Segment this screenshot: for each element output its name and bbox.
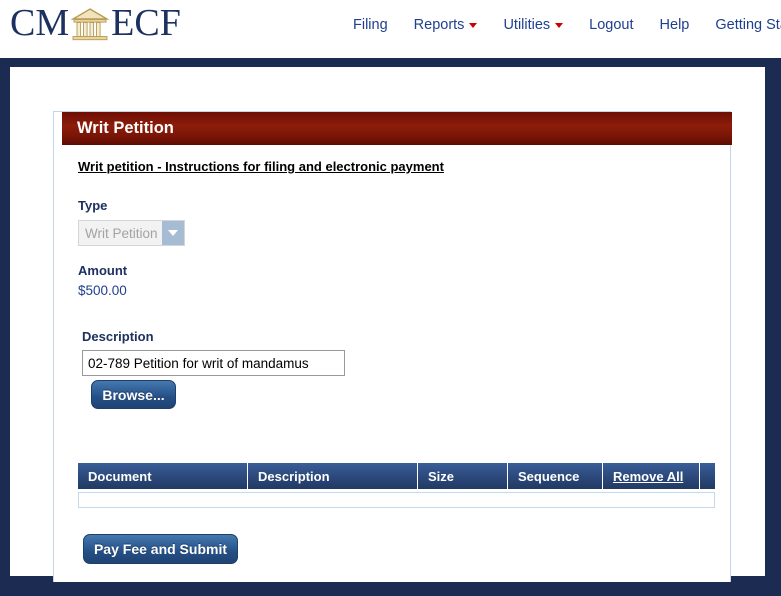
- courthouse-icon: [70, 7, 110, 43]
- table-header-row: Document Description Size Sequence Remov…: [78, 463, 715, 489]
- logo-text-cm: CM: [10, 2, 70, 44]
- page-frame: Writ Petition Writ petition - Instructio…: [0, 58, 781, 596]
- nav-item-reports[interactable]: Reports: [401, 17, 491, 33]
- browse-button[interactable]: Browse...: [91, 380, 176, 409]
- nav-label-filing: Filing: [353, 17, 388, 33]
- column-header-document: Document: [78, 463, 248, 489]
- column-header-size: Size: [418, 463, 508, 489]
- nav-label-logout: Logout: [589, 17, 634, 33]
- nav-item-logout[interactable]: Logout: [576, 17, 646, 33]
- column-header-description: Description: [248, 463, 418, 489]
- column-header-remove-all[interactable]: Remove All: [603, 463, 700, 489]
- type-label: Type: [78, 198, 108, 213]
- table-empty-row: [78, 492, 715, 508]
- amount-value: $500.00: [78, 283, 127, 298]
- files-table: Document Description Size Sequence Remov…: [78, 463, 715, 508]
- nav-item-utilities[interactable]: Utilities: [490, 17, 576, 33]
- pay-fee-and-submit-button[interactable]: Pay Fee and Submit: [83, 534, 238, 564]
- nav-item-help[interactable]: Help: [647, 17, 703, 33]
- column-header-sequence: Sequence: [508, 463, 603, 489]
- page-title: Writ Petition: [77, 119, 174, 137]
- nav-item-getting-started[interactable]: Getting Started: [702, 17, 781, 33]
- chevron-down-icon: [555, 22, 564, 28]
- type-field-group: Type Writ Petition: [78, 198, 185, 246]
- type-select-value: Writ Petition: [85, 225, 158, 241]
- description-label: Description: [82, 329, 154, 344]
- chevron-down-icon[interactable]: [162, 221, 184, 245]
- type-select[interactable]: Writ Petition: [78, 220, 185, 246]
- nav-label-reports: Reports: [413, 17, 465, 33]
- nav-item-filing[interactable]: Filing: [340, 17, 401, 33]
- main-navigation: Filing Reports Utilities Logout Help Get…: [340, 17, 781, 33]
- nav-label-getting-started: Getting Started: [715, 17, 781, 33]
- amount-label: Amount: [78, 263, 128, 278]
- cmecf-logo: CM ECF: [10, 2, 181, 44]
- logo-text-ecf: ECF: [111, 2, 181, 44]
- description-input[interactable]: [82, 350, 345, 376]
- nav-label-help: Help: [659, 17, 690, 33]
- amount-field-group: Amount $500.00: [78, 263, 127, 298]
- remove-all-link[interactable]: Remove All: [613, 469, 683, 484]
- chevron-down-icon: [469, 22, 478, 28]
- panel-header: Writ Petition: [62, 112, 732, 145]
- writ-petition-panel: Writ Petition Writ petition - Instructio…: [53, 111, 732, 582]
- panel-body: Writ petition - Instructions for filing …: [54, 145, 730, 582]
- top-bar: CM ECF Filing Reports Utilities Logout H…: [0, 0, 781, 58]
- nav-label-utilities: Utilities: [503, 17, 551, 33]
- instructions-link[interactable]: Writ petition - Instructions for filing …: [78, 159, 444, 174]
- column-header-spacer: [700, 463, 715, 489]
- page-content-area: Writ Petition Writ petition - Instructio…: [10, 67, 765, 582]
- description-field-group: Description: [82, 329, 345, 376]
